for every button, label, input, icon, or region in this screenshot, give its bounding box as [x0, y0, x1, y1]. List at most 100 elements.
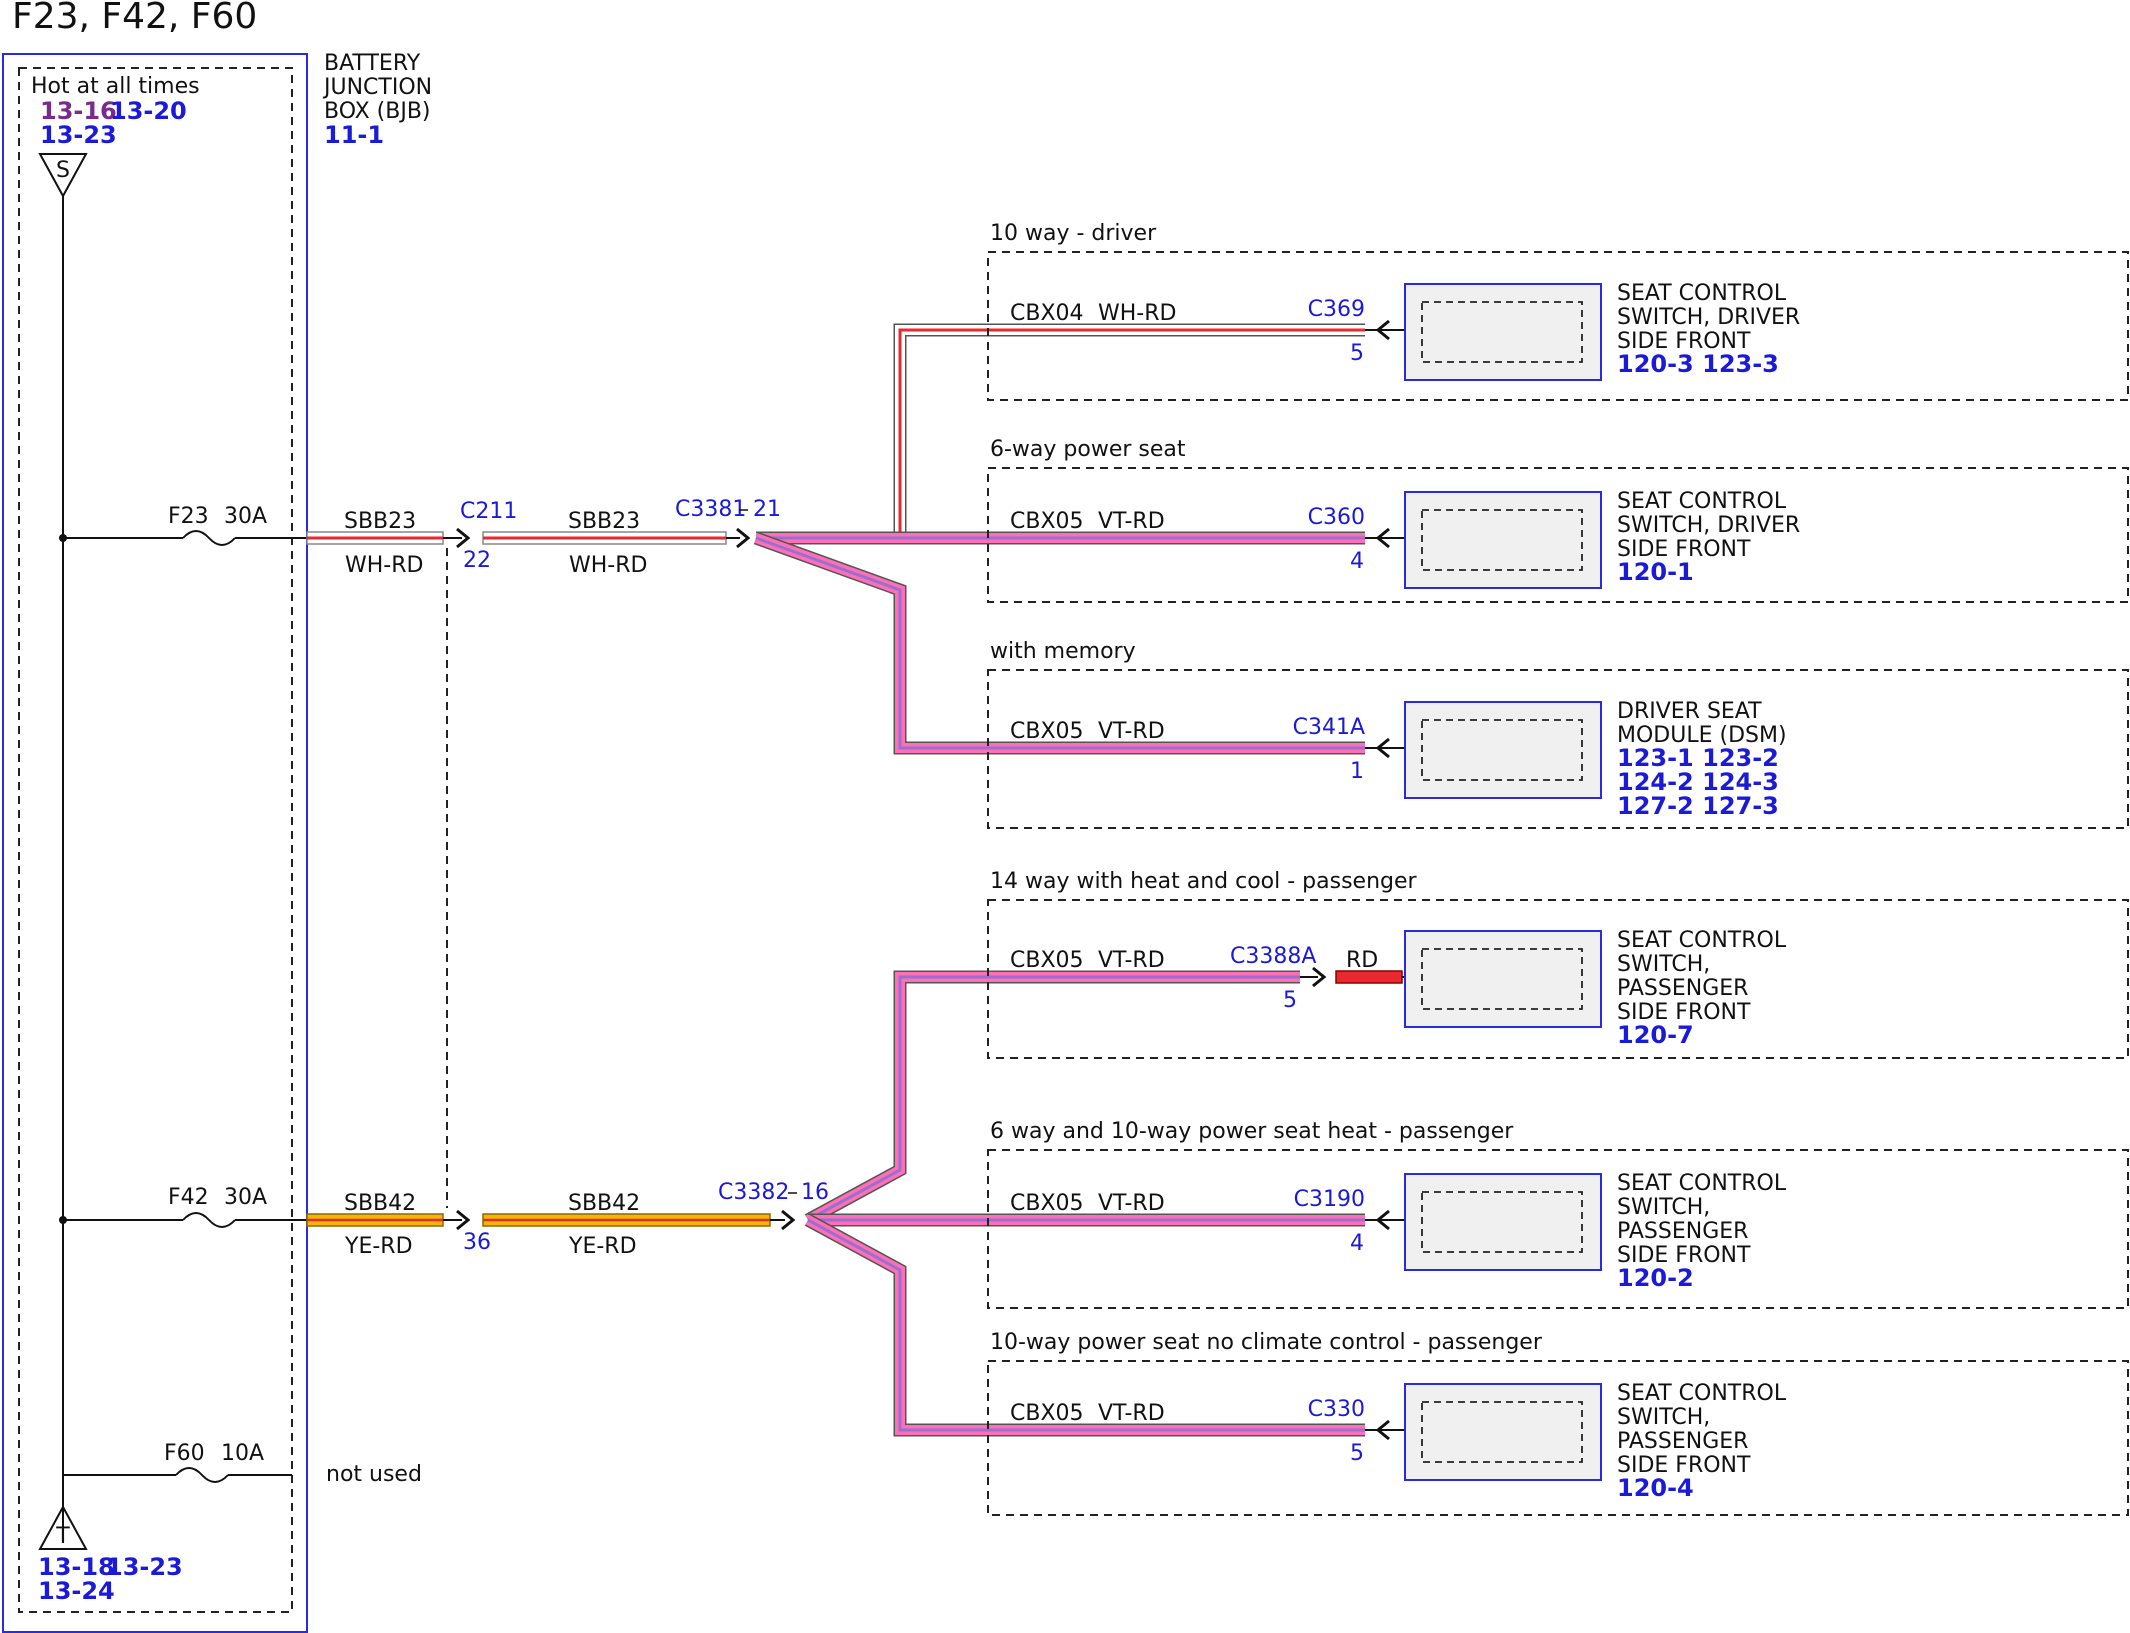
wire-circuit-label: CBX04: [1010, 301, 1084, 326]
ref-13-23-bottom[interactable]: 13-23: [106, 1553, 183, 1581]
component-page-ref[interactable]: 120-1: [1617, 558, 1694, 586]
fuse-f60-id: F60: [164, 1441, 205, 1466]
c211-pin-36: 36: [463, 1230, 491, 1255]
wire-circuit-label: CBX05: [1010, 509, 1084, 534]
component-box[interactable]: [1404, 491, 1602, 589]
connector-c3382[interactable]: C3382: [718, 1180, 789, 1205]
svg-text:S: S: [56, 158, 70, 183]
component-name-line: SWITCH,: [1617, 952, 1710, 977]
svg-text:YE-RD: YE-RD: [344, 1234, 413, 1259]
component-box[interactable]: [1404, 283, 1602, 381]
component-name-line: SWITCH,: [1617, 1405, 1710, 1430]
component-box[interactable]: [1404, 1173, 1602, 1271]
svg-text:YE-RD: YE-RD: [568, 1234, 637, 1259]
wire-circuit-label: CBX05: [1010, 1191, 1084, 1216]
fuse-f60-rating: 10A: [221, 1441, 264, 1466]
ref-13-24[interactable]: 13-24: [38, 1577, 115, 1605]
component-name-line: SEAT CONTROL: [1617, 281, 1787, 306]
connector-c330[interactable]: C330: [1308, 1397, 1365, 1422]
splice-wire-c3388a[interactable]: [804, 970, 1300, 1226]
component-name-line: SWITCH, DRIVER: [1617, 513, 1800, 538]
wire-color-label: VT-RD: [1098, 719, 1165, 744]
component-box[interactable]: [1404, 1383, 1602, 1481]
svg-text:WH-RD: WH-RD: [345, 553, 423, 578]
wire-color-label: WH-RD: [1098, 301, 1176, 326]
bjb-page-ref[interactable]: 11-1: [324, 121, 384, 149]
branch-header: 6-way power seat: [990, 437, 1186, 462]
branch-1: 10 way - driver CBX04 WH-RD C369 5 SEAT CONTR…: [987, 221, 2129, 401]
branch-2: 6-way power seat CBX05 VT-RD C360 4 SEAT CONT…: [987, 437, 2129, 603]
bjb-name-line2: JUNCTION: [322, 75, 432, 100]
svg-text:SBB23: SBB23: [344, 509, 416, 534]
ref-13-20[interactable]: 13-20: [110, 97, 187, 125]
component-name-line: SWITCH, DRIVER: [1617, 305, 1800, 330]
svg-text:SBB42: SBB42: [344, 1191, 416, 1216]
pin-number: 5: [1350, 341, 1364, 366]
fuse-f60-note: not used: [326, 1462, 422, 1487]
wire-circuit-label: CBX05: [1010, 1401, 1084, 1426]
connector-c369[interactable]: C369: [1308, 297, 1365, 322]
splice-wire-cbx04[interactable]: [756, 323, 1365, 545]
wire-color-label: VT-RD: [1098, 1191, 1165, 1216]
component-page-ref[interactable]: 120-2: [1617, 1264, 1694, 1292]
component-page-ref[interactable]: 120-3 123-3: [1617, 350, 1779, 378]
wire-circuit-label: CBX05: [1010, 948, 1084, 973]
wire-color-label: VT-RD: [1098, 948, 1165, 973]
pin-number: 5: [1283, 988, 1297, 1013]
c3381-pin: 21: [753, 497, 781, 522]
component-name-line: SWITCH,: [1617, 1195, 1710, 1220]
component-name-line: DRIVER SEAT: [1617, 699, 1762, 724]
component-box[interactable]: [1404, 930, 1602, 1028]
bjb-name-line1: BATTERY: [324, 51, 421, 76]
pin-number: 5: [1350, 1441, 1364, 1466]
fuse-f42-id: F42: [168, 1185, 209, 1210]
component-box[interactable]: [1404, 701, 1602, 799]
component-name-line: PASSENGER: [1617, 976, 1748, 1001]
svg-text:SBB23: SBB23: [568, 509, 640, 534]
fuse-f42-rating: 30A: [224, 1185, 267, 1210]
wiring-diagram: F23, F42, F60 BATTERY JUNCTION BOX (BJB)…: [2, 0, 2129, 1633]
branch-header: with memory: [990, 639, 1136, 664]
pin-number: 1: [1350, 759, 1364, 784]
component-page-ref[interactable]: 120-7: [1617, 1021, 1694, 1049]
pin-number: 4: [1350, 549, 1364, 574]
component-name-line: SEAT CONTROL: [1617, 1171, 1787, 1196]
component-name-line: SEAT CONTROL: [1617, 1381, 1787, 1406]
branch-5: 6 way and 10-way power seat heat - passe…: [987, 1119, 2129, 1309]
pin-number: 4: [1350, 1231, 1364, 1256]
branch-header: 10 way - driver: [990, 221, 1157, 246]
component-name-line: PASSENGER: [1617, 1219, 1748, 1244]
component-page-ref[interactable]: 120-4: [1617, 1474, 1694, 1502]
component-name-line: SEAT CONTROL: [1617, 489, 1787, 514]
connector-c3190[interactable]: C3190: [1294, 1187, 1365, 1212]
component-page-ref[interactable]: 127-2 127-3: [1617, 792, 1779, 820]
splice-wire-c330[interactable]: [804, 1214, 1365, 1437]
connector-c211[interactable]: C211: [460, 499, 517, 524]
branch-header: 14 way with heat and cool - passenger: [990, 869, 1418, 894]
c3382-pin: 16: [801, 1180, 829, 1205]
svg-text:SBB42: SBB42: [568, 1191, 640, 1216]
branch-header: 10-way power seat no climate control - p…: [990, 1330, 1543, 1355]
wire-circuit-label: CBX05: [1010, 719, 1084, 744]
page-title: F23, F42, F60: [12, 0, 257, 37]
svg-text:WH-RD: WH-RD: [569, 553, 647, 578]
wire-color-rd: RD: [1346, 948, 1378, 973]
bjb-outline: [2, 53, 308, 1633]
wire-color-label: VT-RD: [1098, 1401, 1165, 1426]
connector-c360[interactable]: C360: [1308, 505, 1365, 530]
svg-text:T: T: [55, 1524, 70, 1549]
connector-c341a[interactable]: C341A: [1293, 715, 1365, 740]
component-name-line: SEAT CONTROL: [1617, 928, 1787, 953]
fuse-f23-rating: 30A: [224, 504, 267, 529]
component-name-line: PASSENGER: [1617, 1429, 1748, 1454]
connector-c3388a[interactable]: C3388A: [1230, 944, 1316, 969]
branch-3: with memoryCBX05 VT-RD C341A1DRIVER SEATMO…: [987, 639, 2129, 829]
branch-6: 10-way power seat no climate control - p…: [987, 1330, 2129, 1516]
wire-color-label: VT-RD: [1098, 509, 1165, 534]
hot-at-all-times-label: Hot at all times: [31, 74, 200, 99]
ref-13-23-top[interactable]: 13-23: [40, 121, 117, 149]
branch-header: 6 way and 10-way power seat heat - passe…: [990, 1119, 1514, 1144]
connector-c3381[interactable]: C3381: [675, 497, 746, 522]
c211-pin-22: 22: [463, 548, 491, 573]
fuse-f23-id: F23: [168, 504, 209, 529]
